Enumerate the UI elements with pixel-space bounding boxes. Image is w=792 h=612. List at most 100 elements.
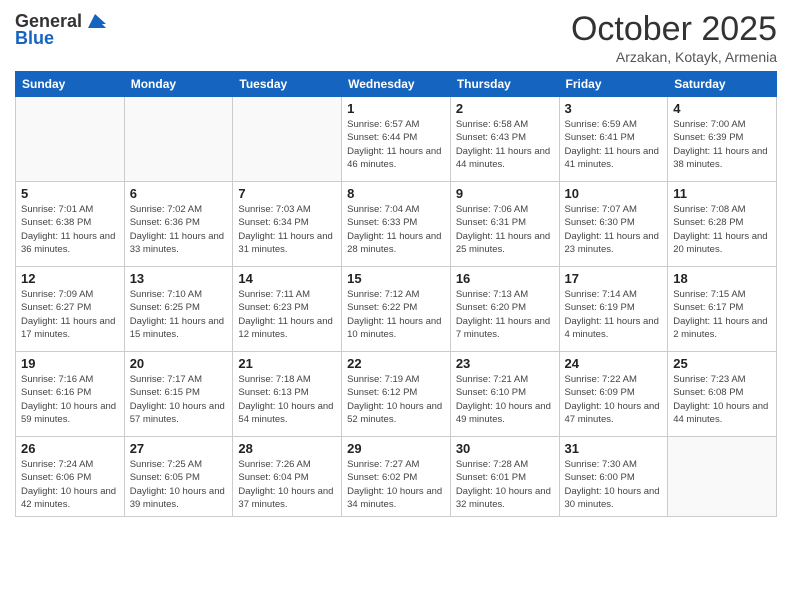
calendar-cell: 17Sunrise: 7:14 AMSunset: 6:19 PMDayligh… bbox=[559, 267, 668, 352]
header: General Blue October 2025 Arzakan, Kotay… bbox=[15, 10, 777, 65]
day-info: Sunrise: 6:59 AMSunset: 6:41 PMDaylight:… bbox=[565, 118, 663, 171]
calendar-cell: 1 Sunrise: 6:57 AMSunset: 6:44 PMDaylight… bbox=[342, 97, 451, 182]
day-info: Sunrise: 7:07 AMSunset: 6:30 PMDaylight:… bbox=[565, 203, 663, 256]
day-info: Sunrise: 7:10 AMSunset: 6:25 PMDaylight:… bbox=[130, 288, 228, 341]
calendar-cell: 10 Sunrise: 7:07 AMSunset: 6:30 PMDayligh… bbox=[559, 182, 668, 267]
day-number: 11 bbox=[673, 186, 771, 201]
page: General Blue October 2025 Arzakan, Kotay… bbox=[0, 0, 792, 612]
day-info: Sunrise: 7:13 AMSunset: 6:20 PMDaylight:… bbox=[456, 288, 554, 341]
day-number: 4 bbox=[673, 101, 771, 116]
day-number: 20 bbox=[130, 356, 228, 371]
calendar-cell bbox=[124, 97, 233, 182]
day-number: 1 bbox=[347, 101, 445, 116]
day-info: Sunrise: 7:11 AMSunset: 6:23 PMDaylight:… bbox=[238, 288, 336, 341]
calendar-cell bbox=[668, 437, 777, 517]
day-info: Sunrise: 7:12 AMSunset: 6:22 PMDaylight:… bbox=[347, 288, 445, 341]
day-info: Sunrise: 7:23 AMSunset: 6:08 PMDaylight:… bbox=[673, 373, 771, 426]
day-info: Sunrise: 7:15 AMSunset: 6:17 PMDaylight:… bbox=[673, 288, 771, 341]
calendar-cell: 8Sunrise: 7:04 AMSunset: 6:33 PMDaylight… bbox=[342, 182, 451, 267]
day-info: Sunrise: 7:21 AMSunset: 6:10 PMDaylight:… bbox=[456, 373, 554, 426]
calendar-cell: 26 Sunrise: 7:24 AMSunset: 6:06 PMDayligh… bbox=[16, 437, 125, 517]
calendar-cell: 13 Sunrise: 7:10 AMSunset: 6:25 PMDayligh… bbox=[124, 267, 233, 352]
day-number: 27 bbox=[130, 441, 228, 456]
calendar-cell: 27 Sunrise: 7:25 AMSunset: 6:05 PMDayligh… bbox=[124, 437, 233, 517]
day-info: Sunrise: 7:26 AMSunset: 6:04 PMDaylight:… bbox=[238, 458, 336, 511]
day-info: Sunrise: 7:18 AMSunset: 6:13 PMDaylight:… bbox=[238, 373, 336, 426]
day-info: Sunrise: 6:58 AMSunset: 6:43 PMDaylight:… bbox=[456, 118, 554, 171]
col-saturday: Saturday bbox=[668, 72, 777, 97]
month-title: October 2025 bbox=[571, 10, 777, 49]
calendar-cell: 3 Sunrise: 6:59 AMSunset: 6:41 PMDaylight… bbox=[559, 97, 668, 182]
calendar-cell: 18 Sunrise: 7:15 AMSunset: 6:17 PMDayligh… bbox=[668, 267, 777, 352]
day-number: 9 bbox=[456, 186, 554, 201]
calendar-cell: 24 Sunrise: 7:22 AMSunset: 6:09 PMDayligh… bbox=[559, 352, 668, 437]
calendar-cell: 30 Sunrise: 7:28 AMSunset: 6:01 PMDayligh… bbox=[450, 437, 559, 517]
day-info: Sunrise: 7:04 AMSunset: 6:33 PMDaylight:… bbox=[347, 203, 445, 256]
day-info: Sunrise: 7:16 AMSunset: 6:16 PMDaylight:… bbox=[21, 373, 119, 426]
day-number: 29 bbox=[347, 441, 445, 456]
calendar-table: Sunday Monday Tuesday Wednesday Thursday… bbox=[15, 71, 777, 517]
day-number: 21 bbox=[238, 356, 336, 371]
day-number: 2 bbox=[456, 101, 554, 116]
day-number: 18 bbox=[673, 271, 771, 286]
calendar-cell: 9 Sunrise: 7:06 AMSunset: 6:31 PMDaylight… bbox=[450, 182, 559, 267]
col-tuesday: Tuesday bbox=[233, 72, 342, 97]
day-info: Sunrise: 7:25 AMSunset: 6:05 PMDaylight:… bbox=[130, 458, 228, 511]
day-info: Sunrise: 7:22 AMSunset: 6:09 PMDaylight:… bbox=[565, 373, 663, 426]
col-sunday: Sunday bbox=[16, 72, 125, 97]
calendar-cell: 4 Sunrise: 7:00 AMSunset: 6:39 PMDaylight… bbox=[668, 97, 777, 182]
calendar-cell: 5Sunrise: 7:01 AMSunset: 6:38 PMDaylight… bbox=[16, 182, 125, 267]
calendar-cell: 31 Sunrise: 7:30 AMSunset: 6:00 PMDayligh… bbox=[559, 437, 668, 517]
day-info: Sunrise: 7:24 AMSunset: 6:06 PMDaylight:… bbox=[21, 458, 119, 511]
calendar-cell: 23 Sunrise: 7:21 AMSunset: 6:10 PMDayligh… bbox=[450, 352, 559, 437]
day-info: Sunrise: 7:02 AMSunset: 6:36 PMDaylight:… bbox=[130, 203, 228, 256]
calendar-cell: 11 Sunrise: 7:08 AMSunset: 6:28 PMDayligh… bbox=[668, 182, 777, 267]
day-info: Sunrise: 7:09 AMSunset: 6:27 PMDaylight:… bbox=[21, 288, 119, 341]
calendar-cell: 12 Sunrise: 7:09 AMSunset: 6:27 PMDayligh… bbox=[16, 267, 125, 352]
calendar-header-row: Sunday Monday Tuesday Wednesday Thursday… bbox=[16, 72, 777, 97]
day-number: 3 bbox=[565, 101, 663, 116]
day-number: 22 bbox=[347, 356, 445, 371]
day-info: Sunrise: 7:03 AMSunset: 6:34 PMDaylight:… bbox=[238, 203, 336, 256]
day-number: 23 bbox=[456, 356, 554, 371]
calendar-cell: 15 Sunrise: 7:12 AMSunset: 6:22 PMDayligh… bbox=[342, 267, 451, 352]
day-info: Sunrise: 7:00 AMSunset: 6:39 PMDaylight:… bbox=[673, 118, 771, 171]
day-info: Sunrise: 7:08 AMSunset: 6:28 PMDaylight:… bbox=[673, 203, 771, 256]
day-info: Sunrise: 6:57 AMSunset: 6:44 PMDaylight:… bbox=[347, 118, 445, 171]
day-number: 15 bbox=[347, 271, 445, 286]
day-info: Sunrise: 7:17 AMSunset: 6:15 PMDaylight:… bbox=[130, 373, 228, 426]
calendar-cell: 25Sunrise: 7:23 AMSunset: 6:08 PMDayligh… bbox=[668, 352, 777, 437]
day-number: 5 bbox=[21, 186, 119, 201]
logo-icon bbox=[84, 10, 106, 32]
calendar-cell bbox=[16, 97, 125, 182]
day-number: 17 bbox=[565, 271, 663, 286]
day-number: 24 bbox=[565, 356, 663, 371]
calendar-cell: 16 Sunrise: 7:13 AMSunset: 6:20 PMDayligh… bbox=[450, 267, 559, 352]
day-number: 30 bbox=[456, 441, 554, 456]
calendar-cell: 21 Sunrise: 7:18 AMSunset: 6:13 PMDayligh… bbox=[233, 352, 342, 437]
day-number: 12 bbox=[21, 271, 119, 286]
day-number: 16 bbox=[456, 271, 554, 286]
day-info: Sunrise: 7:30 AMSunset: 6:00 PMDaylight:… bbox=[565, 458, 663, 511]
day-number: 6 bbox=[130, 186, 228, 201]
title-block: October 2025 Arzakan, Kotayk, Armenia bbox=[571, 10, 777, 65]
day-info: Sunrise: 7:27 AMSunset: 6:02 PMDaylight:… bbox=[347, 458, 445, 511]
col-friday: Friday bbox=[559, 72, 668, 97]
day-number: 14 bbox=[238, 271, 336, 286]
calendar-cell: 20 Sunrise: 7:17 AMSunset: 6:15 PMDayligh… bbox=[124, 352, 233, 437]
day-info: Sunrise: 7:06 AMSunset: 6:31 PMDaylight:… bbox=[456, 203, 554, 256]
day-number: 13 bbox=[130, 271, 228, 286]
day-number: 31 bbox=[565, 441, 663, 456]
day-number: 26 bbox=[21, 441, 119, 456]
calendar-cell: 28Sunrise: 7:26 AMSunset: 6:04 PMDayligh… bbox=[233, 437, 342, 517]
logo-blue: Blue bbox=[15, 28, 54, 49]
col-wednesday: Wednesday bbox=[342, 72, 451, 97]
logo: General Blue bbox=[15, 10, 108, 49]
day-info: Sunrise: 7:28 AMSunset: 6:01 PMDaylight:… bbox=[456, 458, 554, 511]
calendar-cell: 2 Sunrise: 6:58 AMSunset: 6:43 PMDaylight… bbox=[450, 97, 559, 182]
day-number: 10 bbox=[565, 186, 663, 201]
col-thursday: Thursday bbox=[450, 72, 559, 97]
col-monday: Monday bbox=[124, 72, 233, 97]
calendar-cell: 14 Sunrise: 7:11 AMSunset: 6:23 PMDayligh… bbox=[233, 267, 342, 352]
day-number: 7 bbox=[238, 186, 336, 201]
